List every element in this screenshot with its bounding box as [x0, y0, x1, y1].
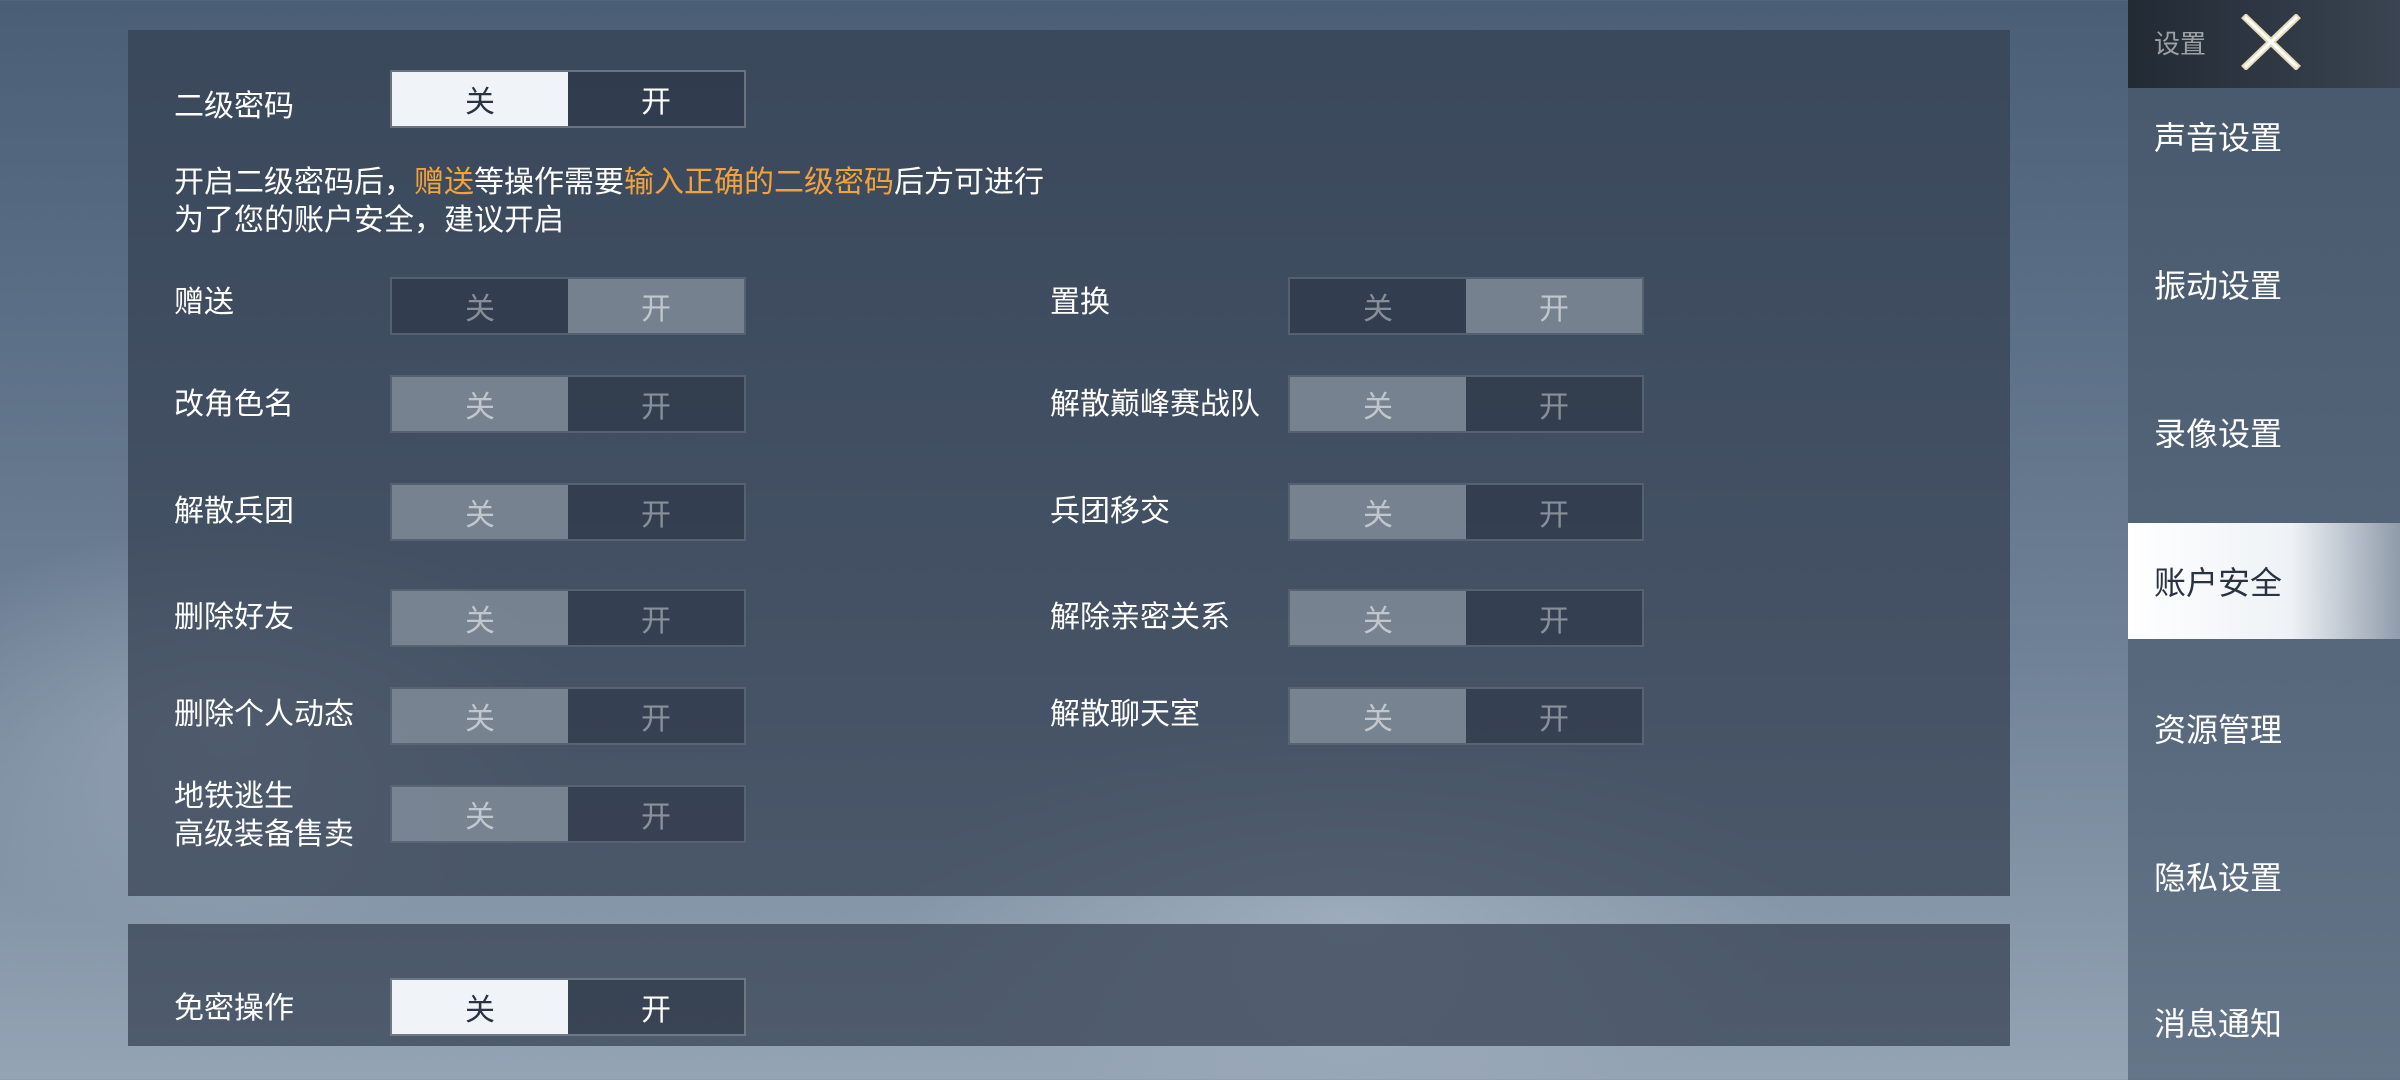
rename-character-off: 关: [392, 377, 568, 431]
disband-peak-team-off: 关: [1290, 377, 1466, 431]
password-settings-panel: 二级密码 关 开 开启二级密码后，赠送等操作需要输入正确的二级密码后方可进行 为…: [128, 30, 2010, 896]
second-password-off[interactable]: 关: [392, 72, 568, 126]
disband-chatroom-toggle: 关 开: [1288, 687, 1644, 745]
disband-chatroom-label: 解散聊天室: [1050, 697, 1200, 732]
disband-chatroom-off: 关: [1290, 689, 1466, 743]
sidebar-item-sound[interactable]: 声音设置: [2128, 78, 2400, 194]
delete-friend-off: 关: [392, 591, 568, 645]
settings-title: 设置: [2154, 30, 2207, 60]
delete-moments-on: 开: [641, 702, 671, 737]
settings-sidebar: 设置 声音设置 振动设置 录像设置 账户安全 资源管理 隐私设置 消息通知: [2128, 0, 2400, 1080]
desc-highlight-password: 输入正确的二级密码: [624, 165, 894, 200]
sidebar-item-vibration[interactable]: 振动设置: [2128, 226, 2400, 342]
second-password-description: 开启二级密码后，赠送等操作需要输入正确的二级密码后方可进行: [174, 164, 1044, 202]
metro-equipment-sale-off: 关: [392, 787, 568, 841]
transfer-legion-label: 兵团移交: [1050, 494, 1170, 529]
metro-equipment-sale-toggle: 关 开: [390, 785, 746, 843]
gift-toggle: 关 开: [390, 277, 746, 335]
sidebar-item-notifications[interactable]: 消息通知: [2128, 964, 2400, 1080]
desc-text: 等操作需要: [474, 165, 624, 200]
delete-moments-off: 关: [392, 689, 568, 743]
security-recommendation: 为了您的账户安全，建议开启: [174, 203, 564, 238]
sidebar-header: 设置: [2128, 0, 2400, 88]
sidebar-item-account-security[interactable]: 账户安全: [2128, 523, 2400, 639]
sidebar-item-resources[interactable]: 资源管理: [2128, 670, 2400, 786]
password-free-on[interactable]: 开: [568, 980, 744, 1034]
second-password-label: 二级密码: [174, 89, 294, 124]
rename-character-toggle: 关 开: [390, 375, 746, 433]
disband-peak-team-label: 解散巅峰赛战队: [1050, 387, 1260, 422]
exchange-off: 关: [1363, 292, 1393, 327]
delete-moments-label: 删除个人动态: [174, 697, 354, 732]
close-x-icon: [2241, 14, 2301, 70]
disband-chatroom-on: 开: [1539, 702, 1569, 737]
password-free-off[interactable]: 关: [392, 980, 568, 1034]
delete-friend-label: 删除好友: [174, 600, 294, 635]
disband-legion-off: 关: [392, 485, 568, 539]
metro-equipment-sale-label-line2: 高级装备售卖: [174, 817, 354, 852]
disband-peak-team-on: 开: [1539, 390, 1569, 425]
close-button[interactable]: [2228, 6, 2314, 78]
delete-moments-toggle: 关 开: [390, 687, 746, 745]
disband-legion-toggle: 关 开: [390, 483, 746, 541]
second-password-on[interactable]: 开: [568, 72, 744, 126]
remove-intimacy-off: 关: [1290, 591, 1466, 645]
exchange-toggle: 关 开: [1288, 277, 1644, 335]
exchange-on: 开: [1466, 279, 1642, 333]
metro-equipment-sale-label-line1: 地铁逃生: [174, 779, 294, 814]
sidebar-item-recording[interactable]: 录像设置: [2128, 374, 2400, 490]
rename-character-label: 改角色名: [174, 387, 294, 422]
remove-intimacy-on: 开: [1539, 604, 1569, 639]
metro-equipment-sale-on: 开: [641, 800, 671, 835]
delete-friend-on: 开: [641, 604, 671, 639]
disband-peak-team-toggle: 关 开: [1288, 375, 1644, 433]
password-free-label: 免密操作: [174, 991, 294, 1026]
password-free-toggle[interactable]: 关 开: [390, 978, 746, 1036]
exchange-label: 置换: [1050, 285, 1110, 320]
desc-text: 后方可进行: [894, 165, 1044, 200]
transfer-legion-off: 关: [1290, 485, 1466, 539]
transfer-legion-on: 开: [1539, 498, 1569, 533]
gift-off: 关: [465, 292, 495, 327]
remove-intimacy-label: 解除亲密关系: [1050, 600, 1230, 635]
gift-on: 开: [568, 279, 744, 333]
password-free-panel: 免密操作 关 开: [128, 924, 2010, 1046]
sidebar-item-privacy[interactable]: 隐私设置: [2128, 818, 2400, 934]
disband-legion-on: 开: [641, 498, 671, 533]
desc-highlight-gift: 赠送: [414, 165, 474, 200]
rename-character-on: 开: [641, 390, 671, 425]
transfer-legion-toggle: 关 开: [1288, 483, 1644, 541]
desc-text: 开启二级密码后，: [174, 165, 414, 200]
gift-label: 赠送: [174, 285, 234, 320]
remove-intimacy-toggle: 关 开: [1288, 589, 1644, 647]
second-password-toggle[interactable]: 关 开: [390, 70, 746, 128]
disband-legion-label: 解散兵团: [174, 494, 294, 529]
delete-friend-toggle: 关 开: [390, 589, 746, 647]
